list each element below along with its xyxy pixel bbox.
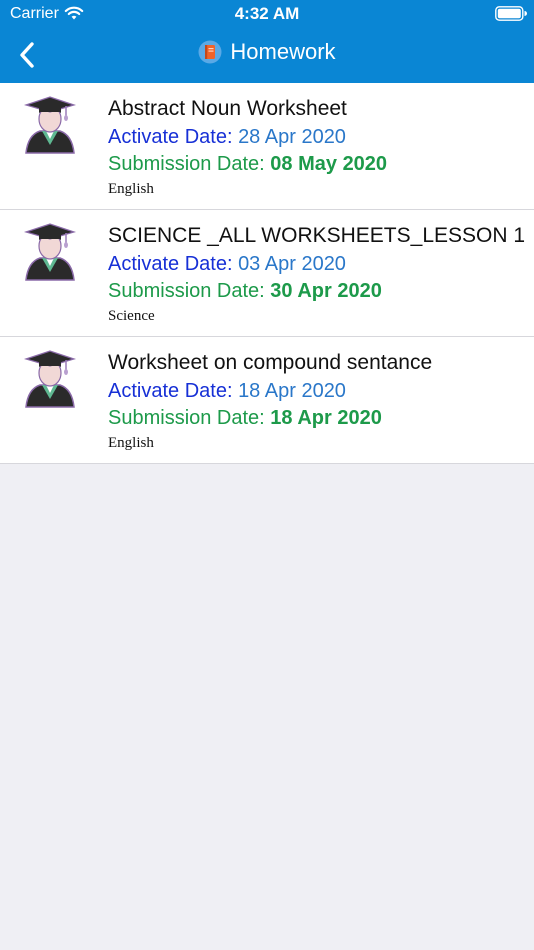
subject-label: Science [108,308,155,324]
submission-date: Submission Date: 08 May 2020 [108,153,387,176]
subject-label: English [108,181,154,197]
activate-date: Activate Date: 03 Apr 2020 [108,253,346,276]
activate-date: Activate Date: 18 Apr 2020 [108,380,346,403]
graduate-avatar-icon [23,96,77,154]
submission-label: Submission Date: [108,153,271,175]
activate-label: Activate Date: [108,126,239,148]
battery-icon [495,6,527,21]
graduate-avatar-icon [23,223,77,281]
activate-value: 18 Apr 2020 [238,380,346,402]
activate-date: Activate Date: 28 Apr 2020 [108,126,346,149]
submission-date: Submission Date: 30 Apr 2020 [108,280,382,303]
submission-value: 18 Apr 2020 [270,407,382,429]
submission-date: Submission Date: 18 Apr 2020 [108,407,382,430]
app-header: Carrier 4:32 AM Homework [0,0,534,83]
homework-row[interactable]: SCIENCE _ALL WORKSHEETS_LESSON 1 Activat… [0,210,534,337]
homework-title: Worksheet on compound sentance [108,351,433,374]
activate-value: 28 Apr 2020 [238,126,346,148]
nav-bar: Homework [0,28,534,83]
submission-label: Submission Date: [108,280,271,302]
activate-label: Activate Date: [108,253,239,275]
nav-title-group: Homework [0,28,534,75]
homework-row[interactable]: Abstract Noun Worksheet Activate Date: 2… [0,83,534,210]
status-bar: Carrier 4:32 AM [0,0,534,28]
homework-list: Abstract Noun Worksheet Activate Date: 2… [0,83,534,464]
subject-label: English [108,435,154,451]
homework-row[interactable]: Worksheet on compound sentance Activate … [0,337,534,464]
submission-value: 30 Apr 2020 [270,280,382,302]
activate-label: Activate Date: [108,380,239,402]
homework-title: SCIENCE _ALL WORKSHEETS_LESSON 1 [108,224,526,247]
book-icon [198,40,222,63]
back-button[interactable] [10,36,44,74]
chevron-left-icon [20,42,34,68]
page-title: Homework [230,38,336,64]
graduate-avatar-icon [23,350,77,408]
submission-label: Submission Date: [108,407,271,429]
homework-title: Abstract Noun Worksheet [108,97,347,120]
submission-value: 08 May 2020 [270,153,388,175]
activate-value: 03 Apr 2020 [238,253,346,275]
status-time: 4:32 AM [234,4,300,23]
